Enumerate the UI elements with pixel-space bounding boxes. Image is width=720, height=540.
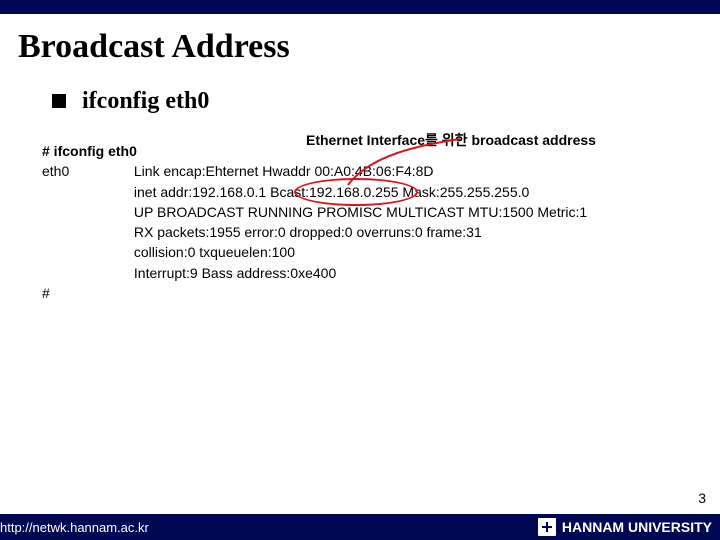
subheading-text: ifconfig eth0 (82, 88, 209, 115)
slide: Broadcast Address ifconfig eth0 Ethernet… (0, 0, 720, 540)
bullet-square-icon (52, 94, 66, 108)
interface-name: eth0 (42, 161, 130, 181)
output-line: RX packets:1955 error:0 dropped:0 overru… (134, 222, 587, 242)
top-accent-bar (0, 0, 720, 14)
footer-url: http://netwk.hannam.ac.kr (0, 520, 149, 535)
output-line: collision:0 txqueuelen:100 (134, 242, 587, 262)
page-number: 3 (698, 490, 706, 506)
footer-org-text: HANNAM UNIVERSITY (562, 519, 712, 535)
annotation-caption: Ethernet Interface를 위한 broadcast address (306, 130, 596, 150)
subheading-row: ifconfig eth0 (0, 74, 720, 115)
footer-bar: http://netwk.hannam.ac.kr HANNAM UNIVERS… (0, 514, 720, 540)
output-line: Interrupt:9 Bass address:0xe400 (134, 263, 587, 283)
highlight-ellipse-icon (294, 178, 418, 206)
footer-org: HANNAM UNIVERSITY (538, 518, 712, 536)
university-logo-icon (538, 518, 556, 536)
prompt: # (42, 283, 720, 303)
slide-title: Broadcast Address (0, 14, 720, 74)
